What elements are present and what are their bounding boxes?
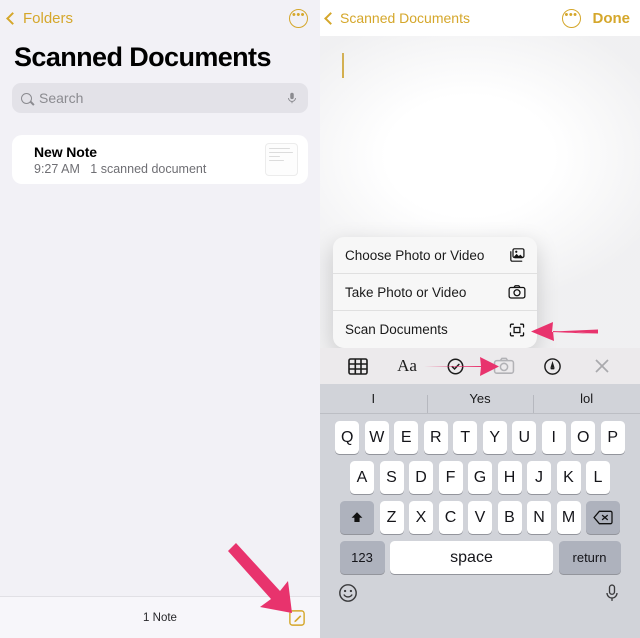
note-title: New Note [34, 143, 97, 160]
text-caret [342, 53, 344, 78]
return-key[interactable]: return [558, 541, 621, 574]
markup-pen-icon[interactable] [538, 354, 568, 378]
key-x[interactable]: X [409, 501, 433, 534]
key-c[interactable]: C [438, 501, 463, 534]
note-count-label: 1 Note [143, 611, 177, 624]
keyboard-row-2: A S D F G H J K L [320, 461, 640, 494]
key-b[interactable]: B [497, 501, 522, 534]
camera-icon [508, 285, 526, 299]
key-j[interactable]: J [527, 461, 551, 494]
key-g[interactable]: G [468, 461, 492, 494]
compose-note-icon[interactable] [288, 609, 306, 627]
key-f[interactable]: F [438, 461, 463, 494]
key-p[interactable]: P [600, 421, 625, 454]
menu-item-scan-documents[interactable]: Scan Documents [333, 311, 537, 348]
key-d[interactable]: D [409, 461, 433, 494]
chevron-left-icon [6, 11, 19, 25]
shift-key-icon[interactable] [340, 501, 374, 534]
search-input[interactable]: Search [12, 83, 308, 113]
back-button-label: Scanned Documents [340, 10, 470, 26]
menu-item-label: Scan Documents [345, 322, 448, 337]
text-format-label: Aa [397, 356, 417, 375]
done-button[interactable]: Done [593, 10, 631, 27]
menu-item-choose-photo-or-video[interactable]: Choose Photo or Video [333, 237, 537, 274]
key-q[interactable]: Q [335, 421, 360, 454]
predictive-text-bar: I Yes lol [320, 384, 640, 414]
document-scanner-icon [509, 323, 525, 336]
key-n[interactable]: N [527, 501, 551, 534]
key-a[interactable]: A [350, 461, 374, 494]
key-z[interactable]: Z [379, 501, 404, 534]
note-detail: 1 scanned document [90, 161, 207, 176]
key-e[interactable]: E [394, 421, 419, 454]
notes-list: New Note 9:27 AM 1 scanned document [0, 135, 320, 184]
space-key[interactable]: space [390, 541, 553, 574]
text-format-icon[interactable]: Aa [392, 354, 422, 378]
close-icon[interactable] [587, 354, 617, 378]
right-navigation-bar: Scanned Documents ••• Done [320, 0, 640, 36]
key-m[interactable]: M [556, 501, 581, 534]
prediction-0[interactable]: I [320, 391, 427, 406]
back-button-label: Folders [23, 9, 74, 27]
insert-media-action-sheet: Choose Photo or Video Take Photo or Vide… [333, 237, 537, 348]
page-title: Scanned Documents [14, 42, 271, 72]
key-i[interactable]: I [541, 421, 566, 454]
key-w[interactable]: W [364, 421, 389, 454]
left-navigation-bar: Folders ••• [0, 0, 320, 36]
key-y[interactable]: Y [482, 421, 507, 454]
emoji-key-icon[interactable] [338, 583, 358, 603]
key-t[interactable]: T [453, 421, 478, 454]
key-k[interactable]: K [556, 461, 581, 494]
key-u[interactable]: U [512, 421, 537, 454]
keyboard-row-1: Q W E R T Y U I O P [320, 421, 640, 454]
microphone-icon[interactable] [285, 91, 299, 105]
key-v[interactable]: V [468, 501, 492, 534]
note-thumbnail [265, 143, 298, 176]
key-h[interactable]: H [497, 461, 522, 494]
back-to-folders-button[interactable]: Folders [6, 9, 74, 27]
photo-library-icon [510, 248, 525, 262]
note-subtitle: 9:27 AM 1 scanned document [34, 162, 265, 176]
notes-list-footer: 1 Note [0, 596, 320, 638]
menu-item-take-photo-or-video[interactable]: Take Photo or Video [333, 274, 537, 311]
menu-item-label: Choose Photo or Video [345, 247, 485, 263]
keyboard-row-4: 123 space return [320, 541, 640, 574]
checklist-icon[interactable] [441, 354, 471, 378]
notes-list-pane: Folders ••• Scanned Documents Search New… [0, 0, 320, 638]
key-s[interactable]: S [379, 461, 404, 494]
back-to-scanned-documents-button[interactable]: Scanned Documents [324, 10, 470, 26]
note-editor-pane: Scanned Documents ••• Done Choose Photo … [320, 0, 640, 638]
key-l[interactable]: L [586, 461, 610, 494]
onscreen-keyboard: I Yes lol Q W E R T Y U I O P A S D F G … [320, 384, 640, 638]
notes-app-screenshot: Folders ••• Scanned Documents Search New… [0, 0, 640, 638]
prediction-2[interactable]: lol [533, 391, 640, 413]
menu-item-label: Take Photo or Video [345, 284, 467, 300]
prediction-1[interactable]: Yes [426, 391, 534, 413]
note-time: 9:27 AM [34, 161, 80, 176]
key-r[interactable]: R [423, 421, 448, 454]
chevron-left-icon [324, 11, 337, 25]
delete-key-icon[interactable] [586, 501, 620, 534]
keyboard-row-3: Z X C V B N M [320, 501, 640, 534]
camera-icon[interactable] [489, 354, 519, 378]
ellipsis-circle-icon[interactable]: ••• [561, 8, 581, 28]
key-o[interactable]: O [571, 421, 596, 454]
note-format-toolbar: Aa [320, 348, 640, 384]
numbers-key[interactable]: 123 [339, 541, 385, 574]
search-placeholder: Search [39, 90, 84, 106]
search-icon [21, 92, 32, 104]
ellipsis-circle-icon[interactable]: ••• [289, 8, 308, 28]
list-item[interactable]: New Note 9:27 AM 1 scanned document [12, 135, 308, 184]
table-icon[interactable] [343, 354, 373, 378]
microphone-key-icon[interactable] [602, 583, 622, 603]
keyboard-bottom-bar [320, 574, 640, 603]
